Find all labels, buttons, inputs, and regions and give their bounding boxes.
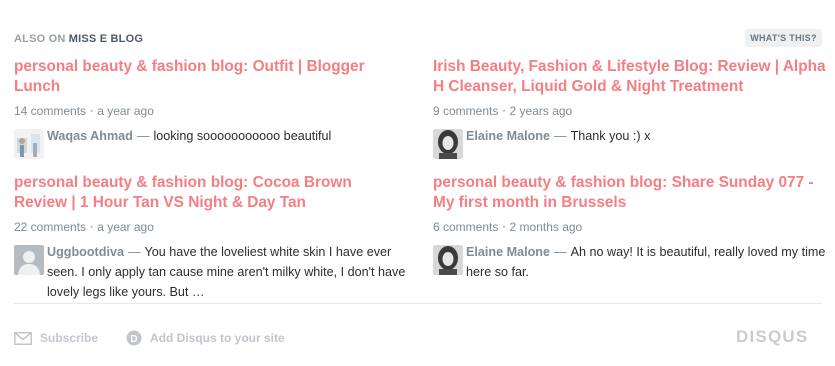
comment-count: 22 comments [14,220,87,234]
discussion-title[interactable]: Irish Beauty, Fashion & Lifestyle Blog: … [433,57,828,97]
time-ago: a year ago [97,104,154,118]
time-ago: 2 months ago [509,220,583,234]
comment-count: 6 comments [433,220,499,234]
comment-author[interactable]: Waqas Ahmad [47,129,133,143]
separator-dash: — [127,245,141,259]
site-name[interactable]: MISS E BLOG [69,33,143,45]
comment-text: looking sooooooooooo beautiful [153,129,332,143]
discussion-card: personal beauty & fashion blog: Cocoa Br… [14,173,409,302]
add-disqus-label: Add Disqus to your site [150,331,285,345]
separator-dash: — [553,129,567,143]
disqus-d-icon: D [126,330,142,346]
comment-preview[interactable]: Waqas Ahmad — looking sooooooooooo beautif… [14,126,409,159]
discussion-meta: 14 comments • a year ago [14,103,409,120]
subscribe-link[interactable]: Subscribe [14,330,98,346]
avatar-image [433,245,463,275]
comment-text: Thank you :) x [570,129,651,143]
avatar[interactable] [14,129,44,159]
discussion-title[interactable]: personal beauty & fashion blog: Outfit |… [14,57,409,97]
comment-count: 9 comments [433,104,499,118]
separator-dash: — [136,129,150,143]
also-on-label: ALSO ON [14,33,66,45]
discussion-title[interactable]: personal beauty & fashion blog: Share Su… [433,173,828,213]
avatar[interactable] [433,129,463,159]
also-on-header: ALSO ON MISS E BLOG [14,33,143,45]
footer-divider [14,303,822,304]
comment-preview[interactable]: Uggbootdiva — You have the loveliest white… [14,242,409,302]
envelope-icon [14,331,32,345]
discussion-card: personal beauty & fashion blog: Share Su… [433,173,828,282]
separator-dot: • [502,222,506,232]
separator-dot: • [90,222,94,232]
separator-dot: • [90,106,94,116]
disqus-logo[interactable]: DISQUS [736,327,808,347]
avatar[interactable] [14,245,44,275]
time-ago: a year ago [97,220,154,234]
comment-preview[interactable]: Elaine Malone — Ah no way! It is beautiful… [433,242,828,282]
discussion-card: personal beauty & fashion blog: Outfit |… [14,57,409,159]
comment-preview[interactable]: Elaine Malone — Thank you :) x [433,126,828,159]
avatar[interactable] [433,245,463,275]
comment-count: 14 comments [14,104,87,118]
discussion-meta: 6 comments • 2 months ago [433,219,828,236]
svg-text:D: D [130,334,137,345]
add-disqus-link[interactable]: D Add Disqus to your site [126,330,285,346]
discussion-meta: 9 comments • 2 years ago [433,103,828,120]
avatar-image [433,129,463,159]
discussion-title[interactable]: personal beauty & fashion blog: Cocoa Br… [14,173,409,213]
comment-author[interactable]: Uggbootdiva [47,245,124,259]
whats-this-button[interactable]: WHAT'S THIS? [745,29,822,47]
avatar-image [14,129,44,159]
subscribe-label: Subscribe [40,331,99,345]
discussion-meta: 22 comments • a year ago [14,219,409,236]
comment-author[interactable]: Elaine Malone [466,245,550,259]
separator-dot: • [502,106,506,116]
comment-author[interactable]: Elaine Malone [466,129,550,143]
separator-dash: — [553,245,567,259]
default-avatar-icon [14,245,44,275]
discussion-card: Irish Beauty, Fashion & Lifestyle Blog: … [433,57,828,159]
time-ago: 2 years ago [509,104,573,118]
